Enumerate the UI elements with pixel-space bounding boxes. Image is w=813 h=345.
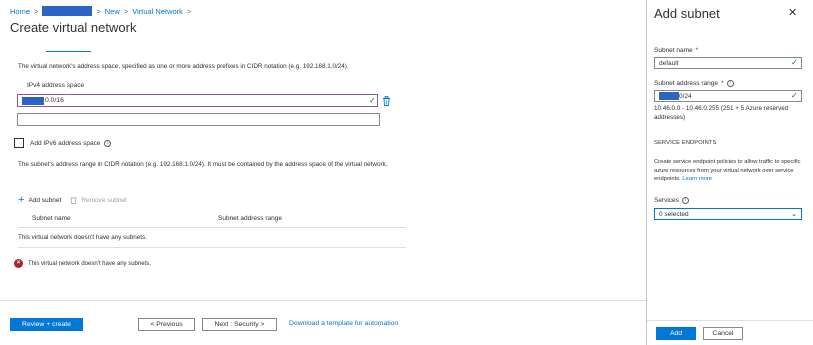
breadcrumb-redacted[interactable] (42, 6, 93, 16)
breadcrumb: Home > > New > Virtual Network > (10, 6, 195, 16)
breadcrumb-virtual-network[interactable]: Virtual Network (132, 7, 183, 16)
create-vnet-blade: Home > > New > Virtual Network > Create … (0, 0, 646, 345)
subnet-name-value: default (659, 59, 679, 67)
column-header-subnet-range: Subnet address range (218, 215, 282, 222)
download-template-link[interactable]: Download a template for automation (289, 320, 398, 327)
breadcrumb-separator: > (186, 6, 192, 16)
address-space-description: The virtual network's address space, spe… (18, 63, 349, 70)
add-subnet-panel: Add subnet ✕ Subnet name * default ✓ Subn… (647, 0, 813, 345)
required-marker: * (695, 47, 699, 54)
review-create-button[interactable]: Review + create (10, 318, 83, 331)
valid-check-icon: ✓ (791, 58, 798, 67)
add-subnet-button[interactable]: + Add subnet (18, 194, 62, 206)
table-empty-message: This virtual network doesn't have any su… (18, 234, 147, 241)
subnet-range-hint: 10.46.0.0 - 10.46.0.255 (251 + 5 Azure r… (654, 105, 789, 121)
ipv4-address-input-empty[interactable] (17, 113, 380, 126)
service-endpoints-heading: SERVICE ENDPOINTS (654, 140, 717, 146)
delete-icon[interactable] (382, 96, 391, 106)
panel-footer-divider (647, 320, 813, 321)
table-header-divider (18, 227, 406, 228)
services-label: Services i (654, 197, 689, 204)
breadcrumb-separator: > (96, 6, 101, 16)
learn-more-link[interactable]: Learn more (682, 176, 712, 182)
valid-check-icon: ✓ (791, 91, 798, 100)
ipv4-address-value: 0.0/16 (45, 97, 64, 104)
cancel-button[interactable]: Cancel (703, 327, 743, 340)
subnet-name-label: Subnet name * (654, 47, 698, 54)
services-label-text: Services (654, 197, 679, 204)
ipv6-label: Add IPv6 address space (30, 140, 101, 147)
trash-icon (70, 197, 77, 204)
subnet-name-input[interactable]: default (654, 57, 802, 69)
add-subnet-label: Add subnet (28, 196, 62, 204)
next-security-button[interactable]: Next : Security > (202, 318, 277, 331)
subnet-name-label-text: Subnet name (654, 47, 693, 54)
chevron-down-icon: ⌄ (791, 211, 797, 218)
subnet-range-label: Subnet address range * i (654, 80, 734, 87)
active-tab-indicator (46, 51, 91, 52)
services-dropdown[interactable]: 0 selected ⌄ (654, 208, 802, 220)
subnet-toolbar: + Add subnet Remove subnet (18, 194, 127, 206)
subnet-range-label-text: Subnet address range (654, 80, 718, 87)
subnet-range-input[interactable]: 0/24 (654, 90, 802, 102)
info-icon[interactable]: i (726, 80, 734, 87)
breadcrumb-home[interactable]: Home (10, 7, 30, 16)
close-icon[interactable]: ✕ (788, 6, 797, 19)
remove-subnet-label: Remove subnet (81, 196, 127, 204)
breadcrumb-separator: > (34, 6, 39, 16)
ipv6-checkbox[interactable] (14, 138, 24, 148)
service-endpoints-text: Create service endpoint policies to allo… (654, 159, 801, 182)
redacted-prefix (659, 92, 679, 100)
subnet-range-hint: The subnet's address range in CIDR notat… (18, 161, 388, 168)
page-title: Create virtual network (10, 20, 137, 35)
validation-error: × This virtual network doesn't have any … (14, 259, 151, 268)
breadcrumb-new[interactable]: New (105, 7, 120, 16)
required-marker: * (720, 80, 724, 87)
error-icon: × (14, 259, 23, 268)
error-text: This virtual network doesn't have any su… (28, 260, 151, 267)
redacted-prefix (22, 96, 44, 105)
services-value: 0 selected (659, 210, 689, 218)
panel-title: Add subnet (654, 6, 720, 21)
previous-button[interactable]: < Previous (138, 318, 195, 331)
ipv6-option: Add IPv6 address space i (30, 140, 112, 147)
service-endpoints-description: Create service endpoint policies to allo… (654, 158, 804, 184)
column-header-subnet-name: Subnet name (32, 215, 71, 222)
table-bottom-divider (18, 247, 406, 248)
info-icon[interactable]: i (104, 140, 112, 147)
breadcrumb-separator: > (123, 6, 129, 16)
ipv4-address-input[interactable]: 0.0/16 (17, 94, 378, 107)
ipv4-address-space-label: IPv4 address space (27, 82, 85, 89)
remove-subnet-button[interactable]: Remove subnet (70, 196, 127, 204)
plus-icon: + (18, 194, 25, 206)
subnet-range-value: 0/24 (679, 92, 692, 100)
footer-divider (0, 300, 646, 301)
info-icon[interactable]: i (681, 197, 689, 204)
add-button[interactable]: Add (656, 327, 696, 340)
valid-check-icon: ✓ (369, 96, 376, 105)
